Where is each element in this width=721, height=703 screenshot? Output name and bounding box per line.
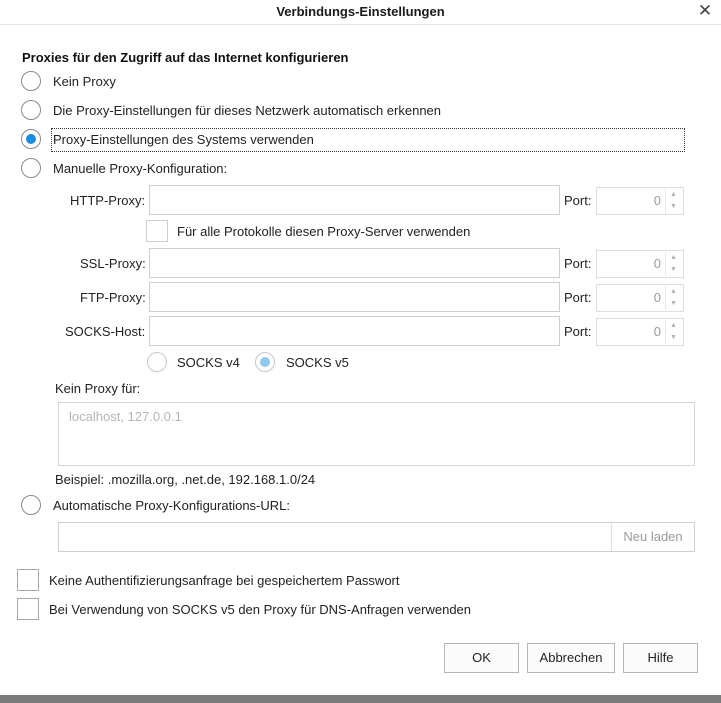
radio-socks-v4[interactable] [147, 352, 167, 372]
radio-manual-proxy[interactable] [21, 158, 41, 178]
ftp-port-stepper[interactable]: 0 ▲ ▼ [596, 284, 684, 312]
http-port-label: Port: [564, 193, 592, 208]
no-proxy-label: Kein Proxy für: [55, 381, 141, 396]
http-port-stepper[interactable]: 0 ▲ ▼ [596, 187, 684, 215]
no-auth-prompt-checkbox[interactable] [17, 569, 39, 591]
reload-button[interactable]: Neu laden [611, 523, 694, 551]
help-button[interactable]: Hilfe [623, 643, 698, 673]
radio-auto-config-url[interactable] [21, 495, 41, 515]
spin-arrows-icon[interactable]: ▲ ▼ [665, 252, 682, 276]
section-heading: Proxies für den Zugriff auf das Internet… [22, 50, 349, 65]
ftp-proxy-label: FTP-Proxy: [80, 290, 146, 305]
http-proxy-input[interactable] [149, 185, 560, 215]
ftp-port-label: Port: [564, 290, 592, 305]
ssl-port-stepper[interactable]: 0 ▲ ▼ [596, 250, 684, 278]
all-protocols-checkbox[interactable] [146, 220, 168, 242]
socks-dns-checkbox[interactable] [17, 598, 39, 620]
no-proxy-placeholder: localhost, 127.0.0.1 [69, 409, 182, 424]
auto-config-url-label[interactable]: Automatische Proxy-Konfigurations-URL: [53, 498, 290, 513]
auto-config-url-input[interactable]: Neu laden [58, 522, 695, 552]
radio-auto-detect-label[interactable]: Die Proxy-Einstellungen für dieses Netzw… [53, 103, 441, 118]
spin-arrows-icon[interactable]: ▲ ▼ [665, 189, 682, 213]
socks-host-input[interactable] [149, 316, 560, 346]
socks-v4-label[interactable]: SOCKS v4 [177, 355, 240, 370]
radio-no-proxy[interactable] [21, 71, 41, 91]
spin-arrows-icon[interactable]: ▲ ▼ [665, 320, 682, 344]
socks-v5-label[interactable]: SOCKS v5 [286, 355, 349, 370]
no-proxy-textarea[interactable]: localhost, 127.0.0.1 [58, 402, 695, 466]
radio-socks-v5[interactable] [255, 352, 275, 372]
cancel-button[interactable]: Abbrechen [527, 643, 615, 673]
all-protocols-label[interactable]: Für alle Protokolle diesen Proxy-Server … [177, 224, 470, 239]
radio-system-proxy-label[interactable]: Proxy-Einstellungen des Systems verwende… [53, 132, 314, 147]
radio-auto-detect[interactable] [21, 100, 41, 120]
socks-port-label: Port: [564, 324, 592, 339]
no-proxy-example: Beispiel: .mozilla.org, .net.de, 192.168… [55, 472, 316, 487]
bottom-edge [0, 695, 721, 703]
radio-manual-proxy-label[interactable]: Manuelle Proxy-Konfiguration: [53, 161, 227, 176]
ssl-port-value: 0 [653, 256, 661, 271]
spin-arrows-icon[interactable]: ▲ ▼ [665, 286, 682, 310]
radio-no-proxy-label[interactable]: Kein Proxy [53, 74, 116, 89]
radio-system-proxy[interactable] [21, 129, 41, 149]
http-proxy-label: HTTP-Proxy: [70, 193, 146, 208]
socks-host-label: SOCKS-Host: [65, 324, 146, 339]
ssl-proxy-input[interactable] [149, 248, 560, 278]
ssl-proxy-label: SSL-Proxy: [80, 256, 146, 271]
close-icon[interactable]: ✕ [695, 1, 715, 21]
socks-port-value: 0 [653, 324, 661, 339]
http-port-value: 0 [653, 193, 661, 208]
ftp-port-value: 0 [653, 290, 661, 305]
ftp-proxy-input[interactable] [149, 282, 560, 312]
no-auth-prompt-label[interactable]: Keine Authentifizierungsanfrage bei gesp… [49, 573, 400, 588]
ok-button[interactable]: OK [444, 643, 519, 673]
window-title: Verbindungs-Einstellungen [276, 4, 445, 19]
socks-port-stepper[interactable]: 0 ▲ ▼ [596, 318, 684, 346]
ssl-port-label: Port: [564, 256, 592, 271]
socks-dns-label[interactable]: Bei Verwendung von SOCKS v5 den Proxy fü… [49, 602, 471, 617]
